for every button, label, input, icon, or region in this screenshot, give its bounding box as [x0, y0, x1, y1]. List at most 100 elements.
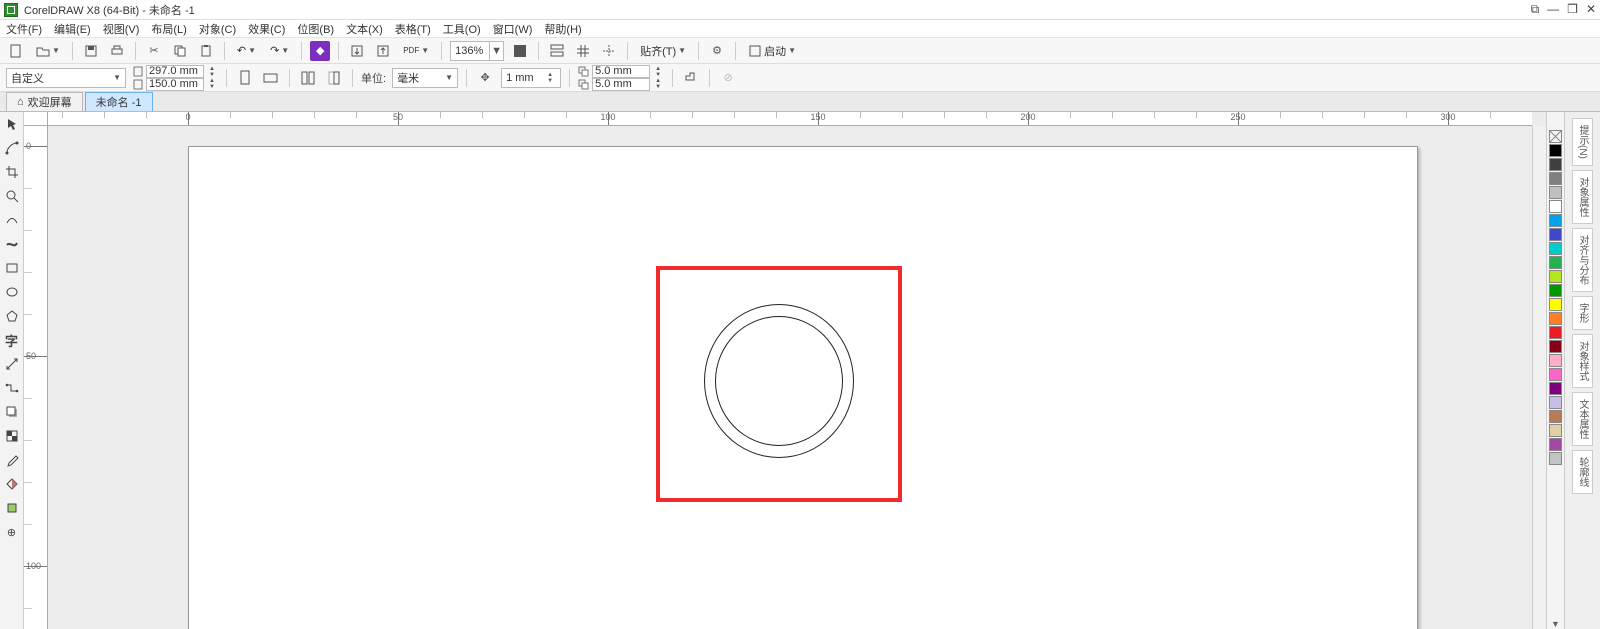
minimize-button[interactable]: — [1547, 2, 1559, 17]
docker-tab[interactable]: 轮廓线 [1572, 450, 1593, 494]
new-button[interactable] [6, 41, 26, 61]
menu-file[interactable]: 文件(F) [6, 21, 42, 37]
page-height-spinner[interactable]: ▲▼ [206, 78, 218, 90]
color-swatch[interactable] [1549, 256, 1562, 269]
units-combo[interactable]: 毫米 ▼ [392, 68, 458, 88]
color-swatch[interactable] [1549, 354, 1562, 367]
menu-tools[interactable]: 工具(O) [443, 21, 481, 37]
color-swatch[interactable] [1549, 172, 1562, 185]
landscape-button[interactable] [261, 68, 281, 88]
portrait-button[interactable] [235, 68, 255, 88]
maximize-button[interactable]: ❐ [1567, 2, 1578, 17]
no-color-swatch[interactable] [1549, 130, 1562, 143]
docker-tab[interactable]: 字形 [1572, 296, 1593, 330]
menu-table[interactable]: 表格(T) [395, 21, 431, 37]
color-swatch[interactable] [1549, 284, 1562, 297]
docker-tab[interactable]: 对象属性 [1572, 170, 1593, 224]
app-launcher-button[interactable]: 启动▼ [744, 41, 800, 61]
artistic-media-tool[interactable] [2, 234, 22, 254]
parallel-dimension-tool[interactable] [2, 354, 22, 374]
color-swatch[interactable] [1549, 270, 1562, 283]
color-swatch[interactable] [1549, 368, 1562, 381]
redo-button[interactable]: ↷▼ [266, 41, 293, 61]
nudge-input[interactable]: 1 mm ▲▼ [501, 68, 561, 88]
text-tool[interactable]: 字 [2, 330, 22, 350]
color-swatch[interactable] [1549, 326, 1562, 339]
close-button[interactable]: ✕ [1586, 2, 1596, 17]
eyedropper-tool[interactable] [2, 450, 22, 470]
print-button[interactable] [107, 41, 127, 61]
color-swatch[interactable] [1549, 438, 1562, 451]
paste-button[interactable] [196, 41, 216, 61]
docker-tab[interactable]: 对齐与分布 [1572, 228, 1593, 292]
options-button[interactable]: ⚙ [707, 41, 727, 61]
vertical-ruler[interactable]: 050100 [24, 126, 48, 629]
show-grid-button[interactable] [573, 41, 593, 61]
docker-tab[interactable]: 对象样式 [1572, 334, 1593, 388]
pick-tool[interactable] [2, 114, 22, 134]
color-swatch[interactable] [1549, 200, 1562, 213]
color-swatch[interactable] [1549, 396, 1562, 409]
color-swatch[interactable] [1549, 158, 1562, 171]
toolbox-expand-button[interactable]: ⊕ [2, 522, 22, 542]
treat-as-filled-button[interactable] [681, 68, 701, 88]
show-guides-button[interactable] [599, 41, 619, 61]
undo-button[interactable]: ↶▼ [233, 41, 260, 61]
nudge-spinner[interactable]: ▲▼ [544, 72, 556, 84]
interactive-fill-tool[interactable] [2, 474, 22, 494]
color-swatch[interactable] [1549, 214, 1562, 227]
docker-tab[interactable]: 文本属性 [1572, 392, 1593, 446]
freehand-tool[interactable] [2, 210, 22, 230]
workspace-switch-icon[interactable]: ⧉ [1531, 2, 1540, 17]
color-swatch[interactable] [1549, 228, 1562, 241]
color-swatch[interactable] [1549, 410, 1562, 423]
search-content-button[interactable]: ◆ [310, 41, 330, 61]
color-swatch[interactable] [1549, 452, 1562, 465]
duplicate-x-spinner[interactable]: ▲▼ [652, 66, 664, 78]
menu-layout[interactable]: 布局(L) [151, 21, 186, 37]
vertical-scrollbar[interactable] [1532, 126, 1546, 629]
tab-welcome[interactable]: ⌂ 欢迎屏幕 [6, 92, 83, 111]
ruler-corner[interactable] [24, 112, 48, 126]
menu-view[interactable]: 视图(V) [103, 21, 140, 37]
tab-untitled-1[interactable]: 未命名 -1 [85, 92, 153, 111]
color-swatch[interactable] [1549, 144, 1562, 157]
color-swatch[interactable] [1549, 186, 1562, 199]
duplicate-y-spinner[interactable]: ▲▼ [652, 78, 664, 90]
menu-window[interactable]: 窗口(W) [493, 21, 533, 37]
page-width-spinner[interactable]: ▲▼ [206, 66, 218, 78]
zoom-tool[interactable] [2, 186, 22, 206]
current-page-button[interactable] [324, 68, 344, 88]
crop-tool[interactable] [2, 162, 22, 182]
polygon-tool[interactable] [2, 306, 22, 326]
page-height-input[interactable]: 150.0 mm [146, 78, 204, 91]
shape-tool[interactable] [2, 138, 22, 158]
menu-bitmap[interactable]: 位图(B) [297, 21, 334, 37]
menu-text[interactable]: 文本(X) [346, 21, 383, 37]
inner-circle-shape[interactable] [715, 316, 843, 446]
drop-shadow-tool[interactable] [2, 402, 22, 422]
menu-help[interactable]: 帮助(H) [544, 21, 581, 37]
menu-object[interactable]: 对象(C) [199, 21, 236, 37]
color-swatch[interactable] [1549, 312, 1562, 325]
disable-button[interactable]: ⊘ [718, 68, 738, 88]
cut-button[interactable]: ✂ [144, 41, 164, 61]
rectangle-tool[interactable] [2, 258, 22, 278]
duplicate-x-input[interactable]: 5.0 mm [592, 65, 650, 78]
show-rulers-button[interactable] [547, 41, 567, 61]
all-pages-button[interactable] [298, 68, 318, 88]
drawing-canvas[interactable] [48, 126, 1532, 629]
ellipse-tool[interactable] [2, 282, 22, 302]
page-width-input[interactable]: 297.0 mm [146, 65, 204, 78]
docker-tab[interactable]: 提示(N) [1572, 118, 1593, 166]
page-size-combo[interactable]: 自定义 ▼ [6, 68, 126, 88]
zoom-combo[interactable]: ▼ [450, 41, 504, 61]
snap-to-button[interactable]: 贴齐(T)▼ [636, 41, 690, 61]
publish-pdf-button[interactable]: PDF▼ [399, 41, 433, 61]
menu-edit[interactable]: 编辑(E) [54, 21, 91, 37]
transparency-tool[interactable] [2, 426, 22, 446]
copy-button[interactable] [170, 41, 190, 61]
color-swatch[interactable] [1549, 382, 1562, 395]
open-button[interactable]: ▼ [32, 41, 64, 61]
import-button[interactable] [347, 41, 367, 61]
